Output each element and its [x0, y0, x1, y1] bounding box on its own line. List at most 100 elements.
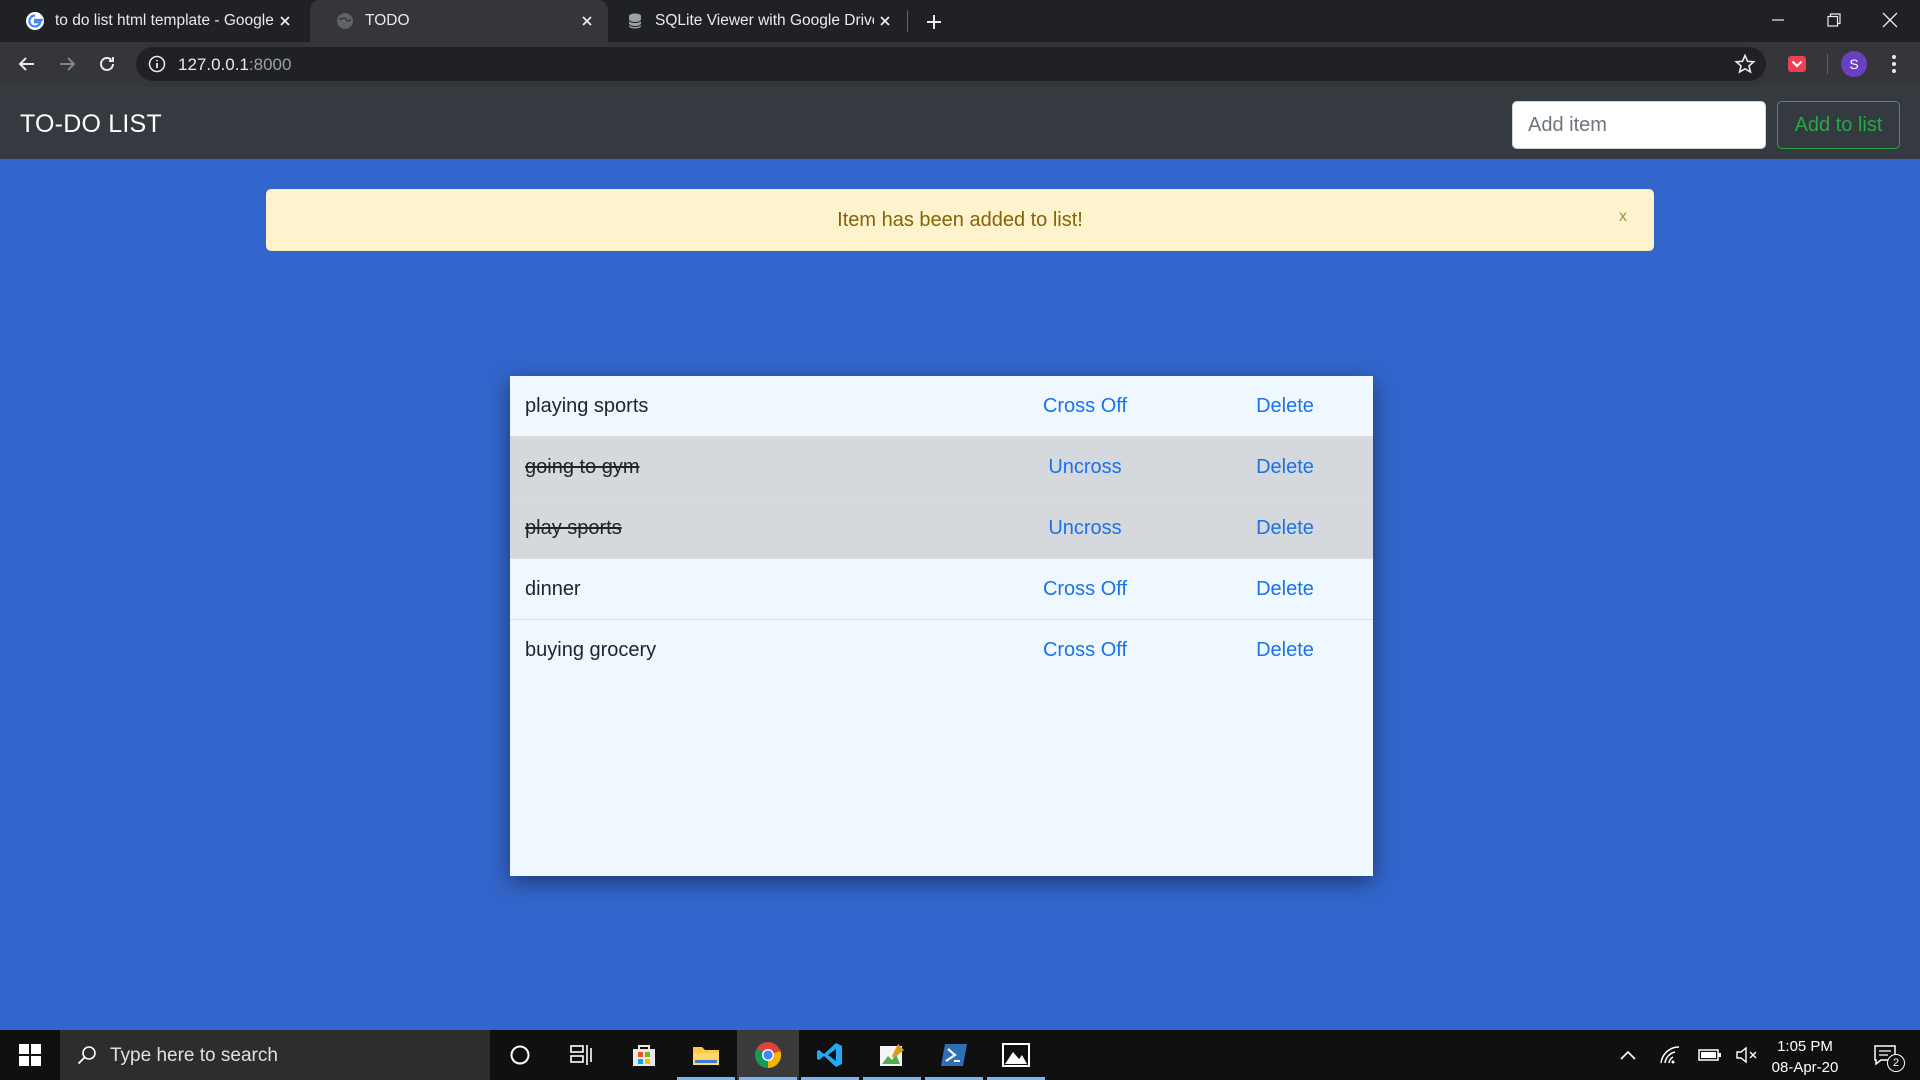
vscode-button[interactable] [799, 1030, 861, 1080]
cross-off-link[interactable]: Cross Off [990, 395, 1180, 418]
clock-date: 08-Apr-20 [1771, 1059, 1839, 1076]
action-center-button[interactable]: 2 [1862, 1030, 1908, 1080]
info-icon[interactable] [148, 55, 166, 73]
arrow-left-icon [18, 57, 34, 71]
close-tab-icon[interactable] [576, 10, 598, 32]
task-view-button[interactable] [551, 1030, 613, 1080]
todo-item-text: dinner [525, 578, 581, 600]
new-tab-button[interactable] [920, 8, 948, 36]
profile-button[interactable]: S [1838, 48, 1870, 80]
uncross-link[interactable]: Uncross [990, 517, 1180, 540]
tab-separator [907, 10, 908, 32]
close-tab-icon[interactable] [874, 10, 896, 32]
clock-time: 1:05 PM [1777, 1038, 1833, 1055]
back-button[interactable] [11, 48, 43, 80]
minimize-button[interactable] [1750, 0, 1806, 40]
alert-message: Item has been added to list! [837, 209, 1083, 231]
notification-count-badge: 2 [1887, 1054, 1905, 1072]
cortana-button[interactable] [489, 1030, 551, 1080]
image-editor-button[interactable] [861, 1030, 923, 1080]
pocket-icon [1788, 56, 1806, 72]
cross-off-link[interactable]: Cross Off [990, 578, 1180, 601]
show-hidden-icons-button[interactable] [1612, 1030, 1644, 1080]
add-item-input[interactable] [1512, 101, 1766, 149]
forward-button[interactable] [51, 48, 83, 80]
tab-google-search[interactable]: to do list html template - Google [0, 0, 306, 42]
google-icon [26, 12, 44, 30]
browser-menu-button[interactable] [1878, 48, 1910, 80]
file-explorer-button[interactable] [675, 1030, 737, 1080]
chevron-up-icon [1620, 1050, 1636, 1060]
todo-row: dinner Cross Off Delete [510, 559, 1373, 620]
powershell-button[interactable] [923, 1030, 985, 1080]
minimize-icon [1772, 19, 1784, 21]
windows-icon [19, 1044, 41, 1066]
taskbar-search[interactable]: Type here to search [60, 1030, 490, 1080]
network-button[interactable] [1652, 1030, 1688, 1080]
paint-icon [880, 1044, 904, 1066]
search-icon [77, 1046, 96, 1065]
delete-link[interactable]: Delete [1230, 456, 1340, 479]
tab-sqlite-viewer[interactable]: SQLite Viewer with Google Drive [600, 0, 906, 42]
database-icon [628, 13, 642, 29]
more-vertical-icon [1892, 55, 1896, 73]
volume-button[interactable] [1730, 1030, 1764, 1080]
delete-link[interactable]: Delete [1230, 639, 1340, 662]
avatar: S [1841, 51, 1867, 77]
url-port: :8000 [248, 55, 292, 74]
photos-icon [1002, 1043, 1030, 1067]
close-window-button[interactable] [1862, 0, 1918, 40]
close-tab-icon[interactable] [274, 10, 296, 32]
todo-item-text: play sports [525, 517, 622, 539]
alert-close-button[interactable]: x [1619, 208, 1627, 226]
chrome-icon [755, 1042, 782, 1069]
tab-title: to do list html template - Google [55, 12, 274, 29]
taskbar-clock[interactable]: 1:05 PM 08-Apr-20 [1762, 1036, 1848, 1078]
taskbar-search-placeholder: Type here to search [110, 1045, 278, 1066]
pocket-extension-button[interactable] [1781, 48, 1813, 80]
add-to-list-button[interactable]: Add to list [1777, 101, 1900, 149]
todo-item-text: playing sports [525, 395, 649, 417]
bookmark-star-icon[interactable] [1734, 53, 1756, 75]
tab-title: SQLite Viewer with Google Drive [655, 12, 874, 29]
volume-muted-icon [1736, 1046, 1757, 1064]
browser-toolbar: 127.0.0.1:8000 S [0, 42, 1920, 86]
todo-row: buying grocery Cross Off Delete [510, 620, 1373, 681]
photos-button[interactable] [985, 1030, 1047, 1080]
delete-link[interactable]: Delete [1230, 578, 1340, 601]
uncross-link[interactable]: Uncross [990, 456, 1180, 479]
store-icon [633, 1045, 655, 1066]
task-view-icon [570, 1045, 592, 1065]
microsoft-store-button[interactable] [613, 1030, 675, 1080]
folder-icon [693, 1047, 719, 1065]
app-navbar: TO-DO LIST Add to list [0, 86, 1920, 159]
todo-list: playing sports Cross Off Delete going to… [510, 376, 1373, 876]
browser-tab-bar: to do list html template - Google TODO S… [0, 0, 1920, 42]
todo-item-text: buying grocery [525, 639, 657, 661]
url-host: 127.0.0.1 [178, 55, 249, 74]
todo-row: play sports Uncross Delete [510, 498, 1373, 559]
battery-button[interactable] [1692, 1030, 1728, 1080]
globe-icon [337, 13, 353, 29]
delete-link[interactable]: Delete [1230, 517, 1340, 540]
restore-icon [1827, 13, 1841, 27]
cortana-icon [510, 1045, 530, 1065]
tab-todo[interactable]: TODO [310, 0, 608, 42]
restore-button[interactable] [1806, 0, 1862, 40]
delete-link[interactable]: Delete [1230, 395, 1340, 418]
address-bar[interactable]: 127.0.0.1:8000 [136, 47, 1766, 81]
battery-icon [1698, 1049, 1721, 1061]
page-title[interactable]: TO-DO LIST [20, 110, 162, 139]
wifi-icon [1660, 1046, 1680, 1064]
reload-button[interactable] [91, 48, 123, 80]
arrow-right-icon [60, 57, 76, 71]
windows-taskbar: Type here to search 1:05 PM 08-Apr-20 2 [0, 1030, 1920, 1080]
vscode-icon [817, 1043, 842, 1067]
chrome-button[interactable] [737, 1030, 799, 1080]
cross-off-link[interactable]: Cross Off [990, 639, 1180, 662]
start-button[interactable] [0, 1030, 60, 1080]
plus-icon [927, 15, 941, 29]
close-icon [1882, 12, 1898, 28]
url-text[interactable]: 127.0.0.1:8000 [178, 55, 291, 75]
todo-row: playing sports Cross Off Delete [510, 376, 1373, 437]
